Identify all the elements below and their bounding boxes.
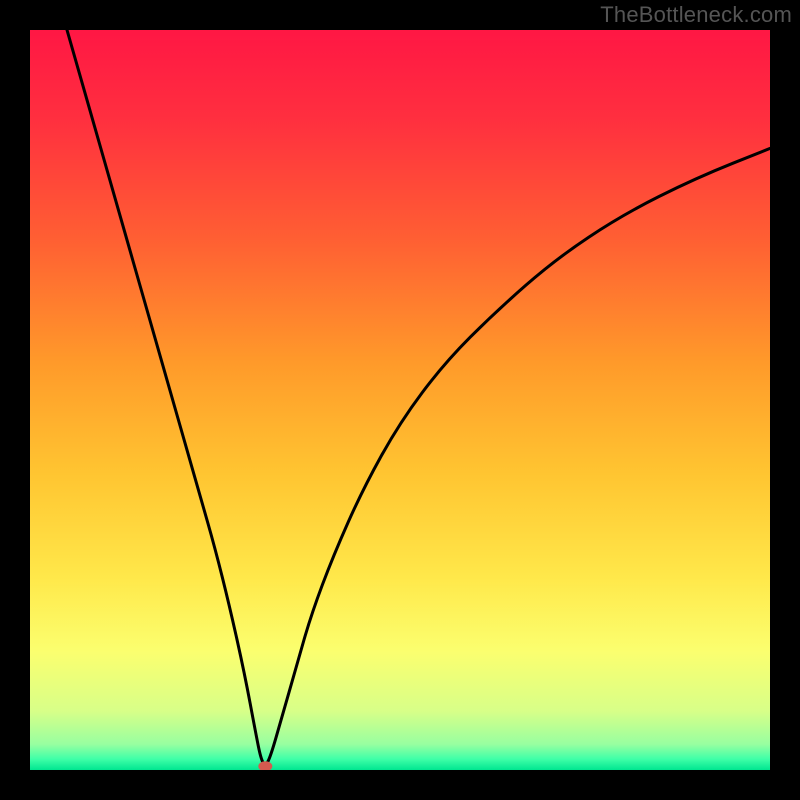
bottleneck-chart xyxy=(30,30,770,770)
chart-frame: TheBottleneck.com xyxy=(0,0,800,800)
plot-area xyxy=(30,30,770,770)
gradient-background xyxy=(30,30,770,770)
watermark-label: TheBottleneck.com xyxy=(600,2,792,28)
